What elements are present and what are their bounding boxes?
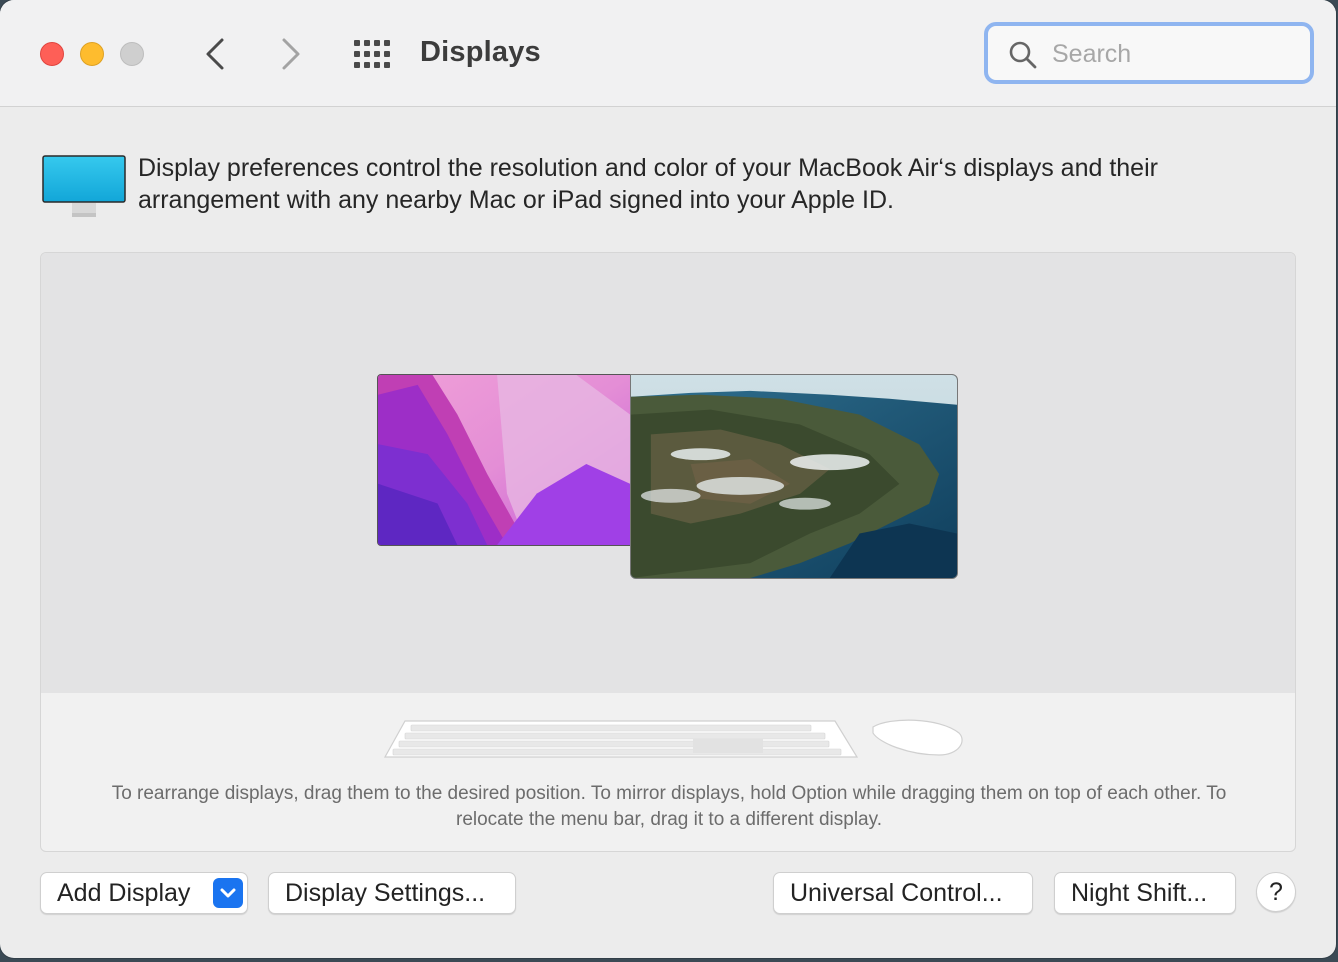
add-display-button[interactable]: Add Display: [40, 872, 248, 914]
close-icon[interactable]: [40, 42, 64, 66]
display-arrangement-area: To rearrange displays, drag them to the …: [40, 252, 1296, 852]
keyboard-icon: [383, 720, 859, 758]
universal-control-button[interactable]: Universal Control...: [773, 872, 1033, 914]
chevron-down-icon[interactable]: [213, 878, 243, 908]
minimize-icon[interactable]: [80, 42, 104, 66]
arrangement-hint: To rearrange displays, drag them to the …: [111, 783, 1227, 830]
add-display-label: Add Display: [57, 879, 191, 907]
forward-button[interactable]: [272, 36, 308, 72]
macbook-air-display[interactable]: [377, 374, 631, 546]
chevron-right-icon: [282, 38, 300, 70]
display-icon: [42, 155, 126, 217]
chevron-left-icon: [206, 38, 224, 70]
macbook-wallpaper: [378, 375, 630, 545]
ipad-display[interactable]: [630, 374, 958, 579]
toolbar: Displays: [0, 0, 1336, 107]
show-all-button[interactable]: [352, 38, 392, 70]
ipad-wallpaper: [631, 375, 957, 578]
zoom-icon[interactable]: [120, 42, 144, 66]
night-shift-button[interactable]: Night Shift...: [1054, 872, 1236, 914]
intro-text: Display preferences control the resoluti…: [138, 154, 1158, 214]
search-input[interactable]: [1050, 36, 1294, 72]
search-field[interactable]: [984, 22, 1314, 84]
displays-window: Displays Display preferences control the…: [0, 0, 1336, 958]
window-title: Displays: [420, 36, 541, 68]
display-settings-button[interactable]: Display Settings...: [268, 872, 516, 914]
mouse-icon: [872, 719, 963, 756]
help-button[interactable]: ?: [1256, 872, 1296, 912]
search-icon: [1009, 41, 1037, 69]
grid-icon: [354, 40, 390, 68]
back-button[interactable]: [198, 36, 234, 72]
